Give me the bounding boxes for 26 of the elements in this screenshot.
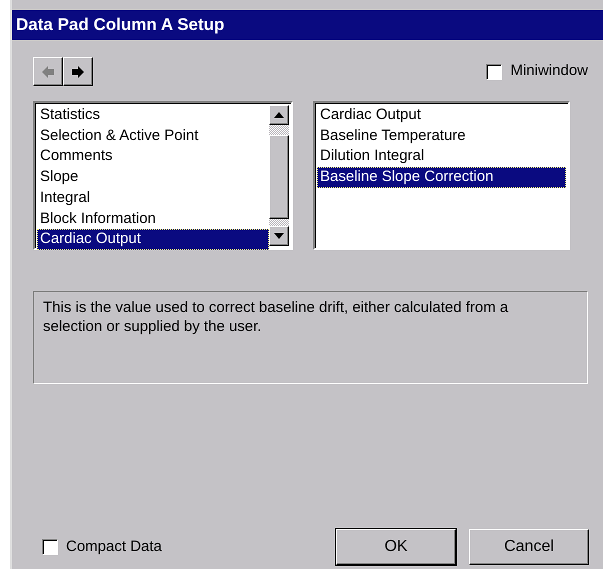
cancel-button[interactable]: Cancel bbox=[469, 529, 589, 565]
list-item[interactable]: Slope bbox=[37, 167, 269, 188]
scrollbar[interactable] bbox=[269, 105, 289, 246]
compact-data-label[interactable]: Compact Data bbox=[66, 536, 162, 558]
forward-button[interactable] bbox=[63, 57, 93, 86]
list-item[interactable]: Comments bbox=[37, 146, 269, 168]
up-arrow-icon[interactable] bbox=[274, 112, 284, 118]
list-item[interactable]: Baseline Slope Correction bbox=[317, 167, 566, 188]
list-item[interactable]: Baseline Temperature bbox=[317, 126, 566, 146]
compact-data-checkbox[interactable] bbox=[42, 539, 58, 555]
list-item[interactable]: Cardiac Output bbox=[317, 105, 566, 126]
miniwindow-label[interactable]: Miniwindow bbox=[510, 60, 588, 83]
down-arrow-icon[interactable] bbox=[274, 233, 284, 239]
miniwindow-checkbox[interactable] bbox=[486, 64, 502, 80]
window-title: Data Pad Column A Setup bbox=[12, 10, 603, 40]
list-item[interactable]: Block Information bbox=[37, 208, 269, 230]
list-item[interactable]: Cardiac Output bbox=[37, 229, 269, 250]
list-item[interactable]: Statistics bbox=[37, 105, 269, 126]
list-item[interactable]: Dilution Integral bbox=[317, 146, 566, 168]
category-list[interactable]: Statistics Selection & Active Point Comments Slope Integral Block Information Cardiac Output bbox=[33, 101, 293, 250]
scrollbar-thumb[interactable] bbox=[269, 135, 289, 219]
item-list[interactable]: Cardiac Output Baseline Temperature Dilution Integral Baseline Slope Correction bbox=[313, 101, 570, 250]
description-text: This is the value used to correct baseline drift, either calculated from a selection or supplied by the user. bbox=[43, 298, 510, 336]
list-item[interactable]: Integral bbox=[37, 188, 269, 209]
list-item[interactable]: Selection & Active Point bbox=[37, 126, 269, 146]
ok-button[interactable]: OK bbox=[336, 529, 456, 565]
